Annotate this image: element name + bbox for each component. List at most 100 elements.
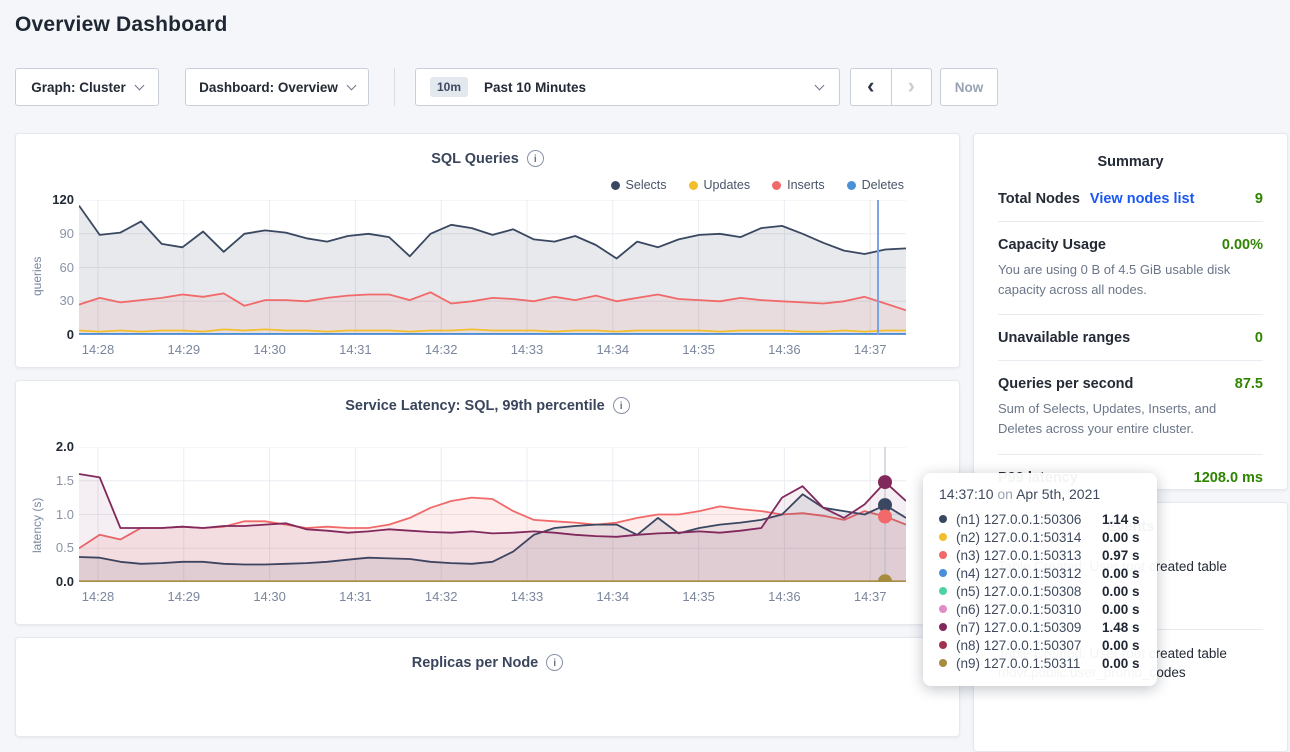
series-dot-icon bbox=[939, 587, 947, 595]
x-axis-tick: 14:29 bbox=[160, 589, 208, 604]
x-axis-tick: 14:36 bbox=[760, 589, 808, 604]
summary-row-header: Queries per second 87.5 bbox=[998, 376, 1263, 392]
time-now-button[interactable]: Now bbox=[940, 68, 998, 106]
service-latency-plot[interactable] bbox=[79, 447, 906, 582]
tooltip-node-address: (n3) 127.0.0.1:50313 bbox=[956, 548, 1102, 563]
service-latency-chart-card: Service Latency: SQL, 99th percentile i … bbox=[15, 380, 960, 625]
legend-label: Deletes bbox=[862, 178, 904, 192]
info-icon[interactable]: i bbox=[527, 150, 544, 167]
chevron-down-icon bbox=[134, 80, 144, 90]
sql-queries-chart-card: SQL Queries i Selects Updates Inserts Delet… bbox=[15, 133, 960, 368]
time-range-label: Past 10 Minutes bbox=[484, 80, 586, 95]
legend-item-selects[interactable]: Selects bbox=[611, 178, 667, 192]
series-dot-icon bbox=[939, 569, 947, 577]
summary-row: Unavailable ranges0 bbox=[998, 315, 1263, 361]
x-axis-tick: 14:36 bbox=[760, 342, 808, 357]
tooltip-node-value: 1.14 s bbox=[1102, 512, 1140, 527]
legend-dot-icon bbox=[772, 181, 781, 190]
tooltip-node-value: 0.00 s bbox=[1102, 656, 1140, 671]
y-axis-tick: 60 bbox=[32, 260, 74, 275]
tooltip-node-row: (n2) 127.0.0.1:503140.00 s bbox=[939, 528, 1141, 546]
x-axis-tick: 14:33 bbox=[503, 589, 551, 604]
time-next-button[interactable]: › bbox=[892, 69, 932, 105]
tooltip-node-row: (n5) 127.0.0.1:503080.00 s bbox=[939, 582, 1141, 600]
series-dot-icon bbox=[939, 641, 947, 649]
info-icon[interactable]: i bbox=[613, 397, 630, 414]
x-axis-tick: 14:28 bbox=[74, 342, 122, 357]
x-axis-tick: 14:31 bbox=[331, 342, 379, 357]
time-range-badge: 10m bbox=[430, 77, 468, 97]
sql-queries-chart-title: SQL Queries bbox=[431, 151, 519, 167]
legend-item-deletes[interactable]: Deletes bbox=[847, 178, 904, 192]
y-axis-tick: 0 bbox=[32, 327, 74, 342]
y-axis-tick: 0.0 bbox=[32, 574, 74, 589]
x-axis-tick: 14:31 bbox=[331, 589, 379, 604]
view-nodes-list-link[interactable]: View nodes list bbox=[1090, 191, 1195, 207]
page-title: Overview Dashboard bbox=[15, 13, 228, 37]
summary-metric-label: Total Nodes bbox=[998, 191, 1080, 207]
summary-metric-value: 87.5 bbox=[1235, 376, 1263, 392]
x-axis-tick: 14:32 bbox=[417, 342, 465, 357]
chevron-down-icon bbox=[815, 80, 825, 90]
x-axis-tick: 14:35 bbox=[675, 589, 723, 604]
summary-metric-description: Sum of Selects, Updates, Inserts, and De… bbox=[998, 399, 1263, 439]
time-range-dropdown[interactable]: 10m Past 10 Minutes bbox=[415, 68, 840, 106]
summary-metric-value: 1208.0 ms bbox=[1194, 470, 1263, 486]
time-nav-group: ‹ › bbox=[850, 68, 932, 106]
tooltip-node-address: (n8) 127.0.0.1:50307 bbox=[956, 638, 1102, 653]
sql-queries-plot[interactable] bbox=[79, 200, 906, 335]
y-axis-tick: 30 bbox=[32, 293, 74, 308]
series-dot-icon bbox=[939, 605, 947, 613]
time-prev-button[interactable]: ‹ bbox=[851, 69, 892, 105]
summary-row-header: Capacity Usage 0.00% bbox=[998, 237, 1263, 253]
x-axis-tick: 14:33 bbox=[503, 342, 551, 357]
summary-metric-label: Queries per second bbox=[998, 376, 1133, 392]
series-dot-icon bbox=[939, 533, 947, 541]
tooltip-node-value: 0.97 s bbox=[1102, 548, 1140, 563]
tooltip-node-row: (n7) 127.0.0.1:503091.48 s bbox=[939, 618, 1141, 636]
legend-item-updates[interactable]: Updates bbox=[689, 178, 751, 192]
tooltip-node-address: (n5) 127.0.0.1:50308 bbox=[956, 584, 1102, 599]
tooltip-node-address: (n9) 127.0.0.1:50311 bbox=[956, 656, 1102, 671]
tooltip-node-value: 0.00 s bbox=[1102, 602, 1140, 617]
series-dot-icon bbox=[939, 515, 947, 523]
legend-dot-icon bbox=[847, 181, 856, 190]
graph-dropdown-label: Graph: Cluster bbox=[31, 80, 126, 95]
legend-label: Updates bbox=[704, 178, 751, 192]
service-latency-chart-title: Service Latency: SQL, 99th percentile bbox=[345, 398, 605, 414]
summary-metric-value: 0.00% bbox=[1222, 237, 1263, 253]
legend-item-inserts[interactable]: Inserts bbox=[772, 178, 825, 192]
tooltip-node-row: (n3) 127.0.0.1:503130.97 s bbox=[939, 546, 1141, 564]
summary-row: Total Nodes View nodes list 9 bbox=[998, 176, 1263, 222]
legend-label: Inserts bbox=[787, 178, 825, 192]
x-axis-tick: 14:35 bbox=[675, 342, 723, 357]
tooltip-node-row: (n8) 127.0.0.1:503070.00 s bbox=[939, 636, 1141, 654]
tooltip-node-value: 0.00 s bbox=[1102, 584, 1140, 599]
x-axis-tick: 14:32 bbox=[417, 589, 465, 604]
y-axis-tick: 120 bbox=[32, 192, 74, 207]
y-axis-tick: 0.5 bbox=[32, 540, 74, 555]
graph-dropdown[interactable]: Graph: Cluster bbox=[15, 68, 159, 106]
tooltip-node-address: (n4) 127.0.0.1:50312 bbox=[956, 566, 1102, 581]
tooltip-node-row: (n9) 127.0.0.1:503110.00 s bbox=[939, 654, 1141, 672]
summary-metric-description: You are using 0 B of 4.5 GiB usable disk… bbox=[998, 260, 1263, 300]
tooltip-node-address: (n2) 127.0.0.1:50314 bbox=[956, 530, 1102, 545]
x-axis-tick: 14:34 bbox=[589, 342, 637, 357]
legend-dot-icon bbox=[611, 181, 620, 190]
summary-panel: Summary Total NodesView nodes list9Capac… bbox=[973, 133, 1288, 490]
summary-metric-label: Capacity Usage bbox=[998, 237, 1106, 253]
x-axis-tick: 14:30 bbox=[246, 342, 294, 357]
x-axis-tick: 14:37 bbox=[846, 342, 894, 357]
toolbar-divider bbox=[394, 68, 395, 106]
info-icon[interactable]: i bbox=[546, 654, 563, 671]
summary-row-header: Unavailable ranges0 bbox=[998, 330, 1263, 346]
summary-row: Queries per second 87.5 Sum of Selects, Up… bbox=[998, 361, 1263, 454]
y-axis-tick: 90 bbox=[32, 226, 74, 241]
x-axis-tick: 14:28 bbox=[74, 589, 122, 604]
legend-label: Selects bbox=[626, 178, 667, 192]
x-axis-tick: 14:34 bbox=[589, 589, 637, 604]
summary-metric-value: 9 bbox=[1255, 191, 1263, 207]
tooltip-timestamp: 14:37:10 on Apr 5th, 2021 bbox=[939, 486, 1141, 502]
dashboard-dropdown[interactable]: Dashboard: Overview bbox=[185, 68, 369, 106]
tooltip-node-value: 0.00 s bbox=[1102, 638, 1140, 653]
